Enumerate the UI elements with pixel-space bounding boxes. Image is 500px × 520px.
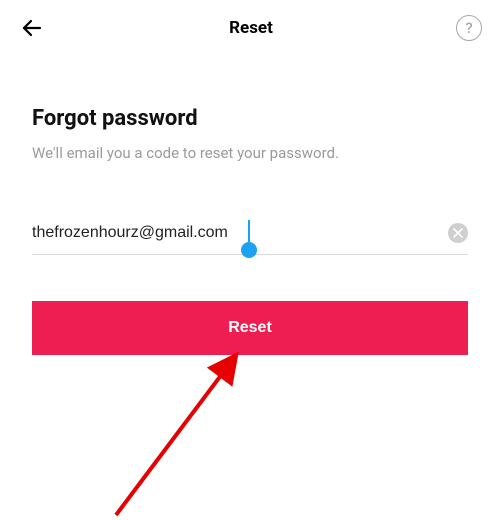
text-caret xyxy=(248,220,250,242)
header-bar: Reset ? xyxy=(0,0,500,56)
email-input-wrapper xyxy=(32,220,468,255)
clear-input-button[interactable] xyxy=(448,223,468,243)
reset-button[interactable]: Reset xyxy=(32,301,468,355)
annotation-arrow-icon xyxy=(96,340,256,520)
email-field[interactable] xyxy=(32,220,448,246)
content-area: Forgot password We'll email you a code t… xyxy=(0,56,500,355)
help-icon: ? xyxy=(465,19,472,37)
instruction-text: We'll email you a code to reset your pas… xyxy=(32,143,468,164)
back-arrow-icon xyxy=(20,16,44,40)
page-title: Reset xyxy=(229,18,273,38)
selection-handle[interactable] xyxy=(241,242,257,258)
forgot-password-heading: Forgot password xyxy=(32,106,468,131)
close-icon xyxy=(453,228,463,238)
help-button[interactable]: ? xyxy=(456,15,482,41)
back-button[interactable] xyxy=(18,14,46,42)
